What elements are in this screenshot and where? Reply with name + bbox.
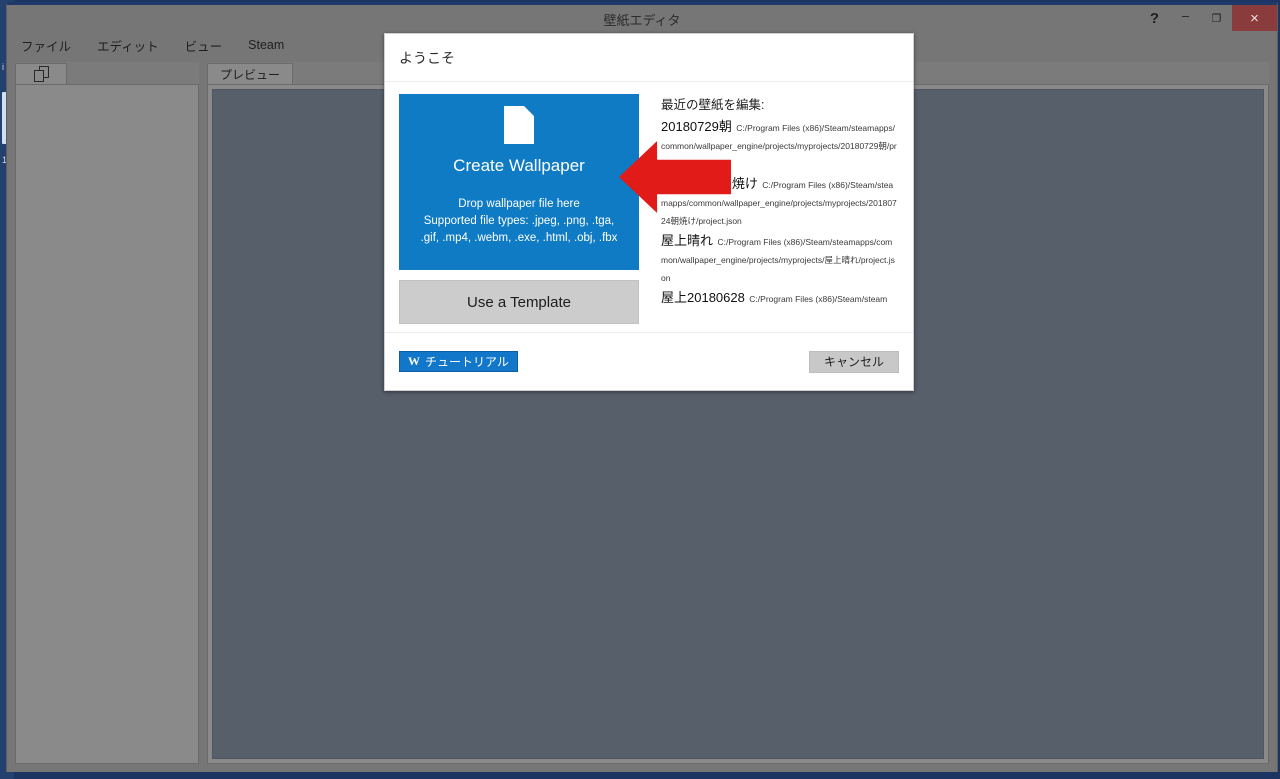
list-item[interactable]: 屋上晴れ C:/Program Files (x86)/Steam/steama… — [661, 230, 899, 286]
dialog-left-column: Create Wallpaper Drop wallpaper file her… — [399, 94, 639, 332]
menu-item-edit[interactable]: エディット — [97, 36, 159, 55]
recent-wallpapers-list: 最近の壁紙を編集: 20180729朝 C:/Program Files (x8… — [639, 94, 899, 332]
dialog-body: Create Wallpaper Drop wallpaper file her… — [385, 82, 913, 332]
list-item[interactable]: 屋上20180628 C:/Program Files (x86)/Steam/… — [661, 287, 899, 307]
application-window: 壁紙エディタ ? – ❐ × ファイル エディット ビュー Steam プレビュ… — [6, 2, 1278, 772]
maximize-button[interactable]: ❐ — [1201, 5, 1232, 31]
menu-item-view[interactable]: ビュー — [185, 36, 223, 55]
document-icon — [504, 106, 534, 144]
recent-heading: 最近の壁紙を編集: — [661, 98, 765, 112]
pages-icon — [33, 66, 49, 82]
recent-item-name[interactable]: 屋上晴れ — [661, 233, 713, 248]
drop-hint-text: Drop wallpaper file here — [458, 198, 580, 210]
recent-item-path: C:/Program Files (x86)/Steam/steam — [749, 294, 888, 304]
list-item[interactable]: 20180729朝 C:/Program Files (x86)/Steam/s… — [661, 116, 899, 172]
titlebar: 壁紙エディタ ? – ❐ × — [7, 5, 1277, 31]
window-controls: ? – ❐ × — [1139, 5, 1277, 31]
assets-tabstrip — [15, 62, 199, 84]
menu-item-steam[interactable]: Steam — [248, 38, 284, 52]
welcome-dialog: ようこそ Create Wallpaper Drop wallpaper fil… — [384, 33, 914, 391]
supported-types-line1: Supported file types: .jpeg, .png, .tga, — [423, 215, 615, 227]
menu-item-file[interactable]: ファイル — [21, 36, 71, 55]
minimize-button[interactable]: – — [1170, 5, 1201, 31]
dialog-header: ようこそ — [385, 34, 913, 82]
window-title: 壁紙エディタ — [603, 13, 681, 28]
cancel-button[interactable]: キャンセル — [808, 350, 899, 373]
background-sliver-top-label: i — [2, 62, 4, 72]
help-button[interactable]: ? — [1139, 5, 1170, 31]
use-a-template-button[interactable]: Use a Template — [399, 280, 639, 324]
dialog-title: ようこそ — [399, 49, 455, 66]
supported-types-line2: .gif, .mp4, .webm, .exe, .html, .obj, .f… — [420, 232, 618, 244]
create-wallpaper-dropzone[interactable]: Create Wallpaper Drop wallpaper file her… — [399, 94, 639, 270]
recent-item-name[interactable]: 屋上20180628 — [661, 290, 745, 305]
close-button[interactable]: × — [1232, 5, 1277, 31]
recent-item-name[interactable]: 20180724朝焼け — [661, 176, 758, 191]
dialog-footer: W チュートリアル キャンセル — [385, 332, 913, 390]
list-item[interactable]: 20180724朝焼け C:/Program Files (x86)/Steam… — [661, 173, 899, 229]
assets-pane-body — [15, 84, 199, 764]
tab-preview[interactable]: プレビュー — [207, 63, 294, 84]
wallpaper-engine-logo-icon: W — [408, 354, 420, 368]
create-wallpaper-title: Create Wallpaper — [453, 156, 585, 175]
assets-pane — [15, 62, 199, 764]
recent-item-name[interactable]: 20180729朝 — [661, 119, 732, 134]
tutorial-button-label: チュートリアル — [425, 355, 509, 369]
tutorial-button[interactable]: W チュートリアル — [399, 351, 518, 372]
tab-assets[interactable] — [15, 63, 67, 84]
